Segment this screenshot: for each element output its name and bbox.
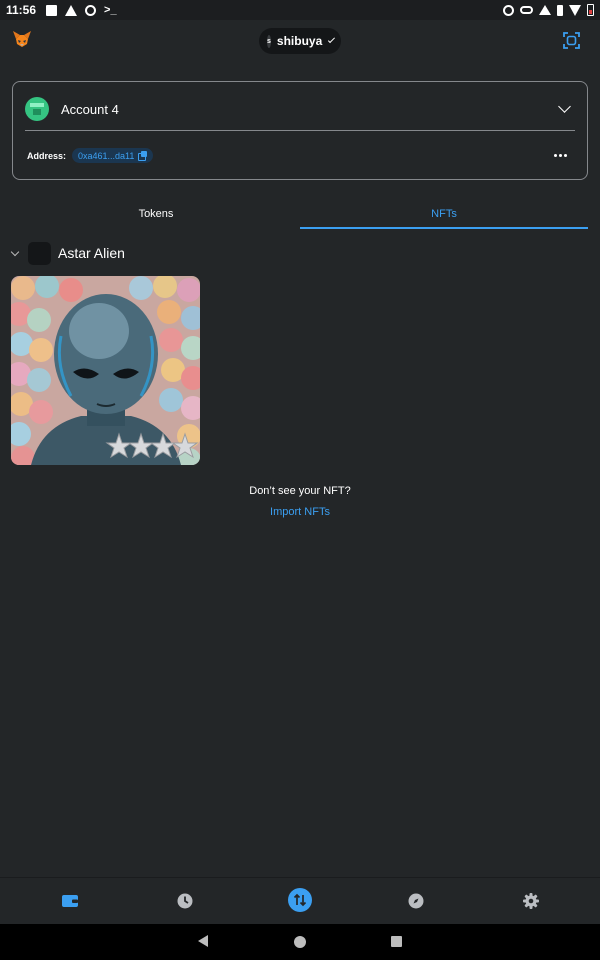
- vibrate-icon: [557, 4, 563, 16]
- activity-clock-icon[interactable]: [176, 892, 194, 910]
- network-avatar: s: [267, 34, 271, 48]
- missing-nft-text: Don’t see your NFT?: [249, 485, 351, 497]
- scan-qr-icon[interactable]: [563, 32, 580, 49]
- account-name: Account 4: [61, 101, 119, 117]
- top-nav: s shibuya: [0, 24, 600, 58]
- address-row: Address: 0xa461...da11: [27, 148, 573, 163]
- dot: [554, 154, 557, 157]
- more-options-button[interactable]: [554, 154, 567, 157]
- chevron-down-icon[interactable]: [558, 100, 571, 113]
- system-nav-bar: [0, 924, 600, 960]
- home-icon[interactable]: [294, 936, 306, 948]
- settings-gear-icon[interactable]: [522, 892, 540, 910]
- address-label: Address:: [27, 150, 67, 161]
- status-bar: 11:56 >_: [0, 0, 600, 20]
- account-selector[interactable]: Account 4: [25, 95, 575, 123]
- status-time: 11:56: [6, 3, 37, 17]
- network-label: shibuya: [276, 34, 323, 48]
- import-nfts-link[interactable]: Import NFTs: [0, 506, 600, 518]
- nft-card[interactable]: [11, 276, 200, 465]
- divider: [25, 130, 575, 131]
- tab-nfts[interactable]: NFTs: [300, 200, 588, 229]
- vpn-key-icon: [520, 6, 533, 14]
- bluetooth-icon: [539, 5, 551, 15]
- status-right-icons: [503, 4, 594, 16]
- account-avatar: [25, 97, 49, 121]
- account-card: Account 4 Address: 0xa461...da11: [12, 81, 588, 180]
- chevron-down-icon: [328, 35, 336, 43]
- astar-alien-nft-image: [11, 276, 200, 465]
- rocket-icon: [85, 4, 97, 16]
- terminal-icon: >_: [104, 4, 117, 16]
- address-value: 0xa461...da11: [78, 150, 135, 161]
- copy-address-button[interactable]: 0xa461...da11: [72, 148, 154, 163]
- app-root: 11:56 >_ s shibuya Account 4 Address: 0x…: [0, 0, 600, 960]
- collection-name: Astar Alien: [58, 245, 125, 261]
- dot: [559, 154, 562, 157]
- copy-icon: [138, 151, 148, 161]
- image-icon: [46, 4, 58, 16]
- alarm-icon: [503, 4, 514, 16]
- metamask-fox-icon[interactable]: [12, 30, 32, 48]
- status-left-icons: >_: [46, 4, 117, 16]
- collection-header[interactable]: Astar Alien: [10, 241, 125, 265]
- swap-icon[interactable]: [288, 888, 312, 912]
- collection-thumbnail: [28, 241, 51, 265]
- network-selector[interactable]: s shibuya: [259, 28, 341, 54]
- dot: [564, 154, 567, 157]
- back-icon[interactable]: [198, 935, 208, 947]
- battery-low-icon: [587, 4, 594, 16]
- recent-apps-icon[interactable]: [391, 936, 402, 947]
- chevron-down-icon: [10, 247, 20, 256]
- browser-compass-icon[interactable]: [407, 892, 425, 910]
- asset-tabs: Tokens NFTs: [12, 200, 588, 229]
- wifi-icon: [569, 4, 581, 16]
- wallet-icon[interactable]: [61, 892, 79, 910]
- tab-tokens[interactable]: Tokens: [12, 200, 300, 229]
- bottom-tab-bar: [0, 877, 600, 924]
- telegram-icon: [65, 4, 78, 16]
